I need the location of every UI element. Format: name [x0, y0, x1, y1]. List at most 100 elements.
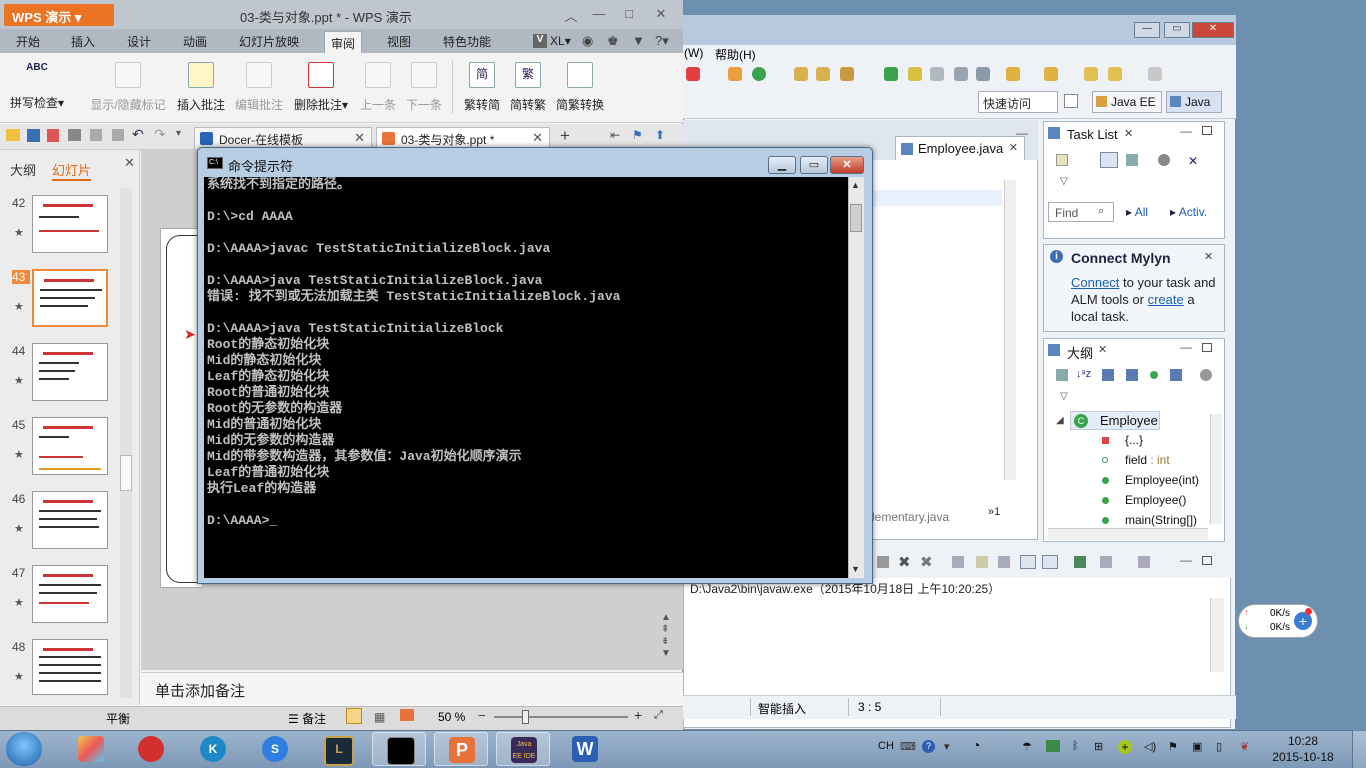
open-icon[interactable]	[6, 129, 20, 141]
sort-icon[interactable]: ↓ᵃz	[1076, 368, 1091, 380]
fit-window-icon[interactable]: ⤢	[654, 709, 663, 722]
delete-comment-button[interactable]: 删除批注▾	[290, 58, 352, 116]
view-menu-icon[interactable]: ▽	[1060, 391, 1068, 402]
toggle-icon[interactable]	[930, 67, 944, 81]
slides-scroll-thumb[interactable]	[120, 455, 132, 491]
scroll-down-icon[interactable]: ▼	[851, 564, 860, 574]
maximize-icon[interactable]: □	[620, 6, 638, 22]
account-icon[interactable]: V	[533, 34, 547, 48]
insert-comment-button[interactable]: 插入批注	[174, 58, 228, 116]
connect-link[interactable]: Connect	[1071, 275, 1119, 290]
outline-item[interactable]: field : int	[1125, 453, 1170, 467]
folder-icon[interactable]	[794, 67, 808, 81]
collapse-all-icon[interactable]	[1056, 369, 1068, 381]
qat-dropdown-icon[interactable]: ▾	[176, 128, 181, 139]
page-nav-icon[interactable]: ▲ ⇞ ⇟ ▼	[661, 612, 671, 660]
slides-scrollbar[interactable]	[120, 188, 132, 698]
cmd-scroll-thumb[interactable]	[850, 204, 862, 232]
show-on-output-icon[interactable]	[1020, 555, 1036, 569]
menu-window[interactable]: (W)	[684, 46, 703, 60]
tray-icon[interactable]: ☂	[1022, 740, 1032, 753]
spell-check-button[interactable]: ABC 拼写检查▾	[6, 58, 68, 116]
show-markup-button[interactable]: 显示/隐藏标记	[86, 58, 170, 116]
settings-icon[interactable]: ▾	[944, 740, 950, 753]
prev-annotation-icon[interactable]	[1044, 67, 1058, 81]
quick-access-input[interactable]: 快速访问	[978, 91, 1058, 113]
backup-icon[interactable]: ⇤	[610, 128, 620, 142]
run-icon[interactable]	[752, 67, 766, 81]
clear-console-icon[interactable]	[952, 556, 964, 568]
stop-icon[interactable]	[686, 67, 700, 81]
minimize-view-icon[interactable]: —	[1180, 124, 1192, 138]
tab-overflow[interactable]: »1	[988, 506, 1000, 518]
outline-hscrollbar[interactable]	[1048, 528, 1208, 540]
print-icon[interactable]	[68, 129, 81, 141]
trad-to-simp-button[interactable]: 简繁转简	[460, 58, 504, 116]
close-icon[interactable]: ✕	[1204, 250, 1213, 263]
maximize-view-icon[interactable]	[1202, 343, 1212, 352]
forward-icon[interactable]	[1148, 67, 1162, 81]
clock[interactable]: 10:28 2015-10-18	[1268, 733, 1338, 765]
hide-fields-icon[interactable]	[1102, 369, 1114, 381]
close-tab-icon[interactable]: ✕	[1009, 141, 1018, 154]
taskbar-app[interactable]: L	[310, 732, 364, 766]
outline-title[interactable]: 大纲	[1067, 343, 1093, 362]
new-tab-icon[interactable]: +	[560, 126, 570, 146]
slide-thumbnail[interactable]	[32, 343, 108, 401]
close-tab-icon[interactable]: ✕	[532, 130, 543, 146]
maximize-icon[interactable]: ▭	[1164, 22, 1190, 38]
tab-home[interactable]: 开始	[16, 33, 40, 51]
perspective-java-ee[interactable]: Java EE	[1092, 91, 1162, 113]
scroll-lock-icon[interactable]	[976, 556, 988, 568]
tab-outline[interactable]: 大纲	[10, 160, 36, 179]
security-icon[interactable]: +	[1118, 740, 1132, 754]
account-name[interactable]: XL▾	[550, 34, 571, 48]
open-perspective-icon[interactable]	[1064, 94, 1078, 108]
collapse-icon[interactable]: ︿	[562, 6, 580, 24]
notes-toggle[interactable]: ☰ 备注	[288, 710, 326, 727]
hide-local-types-icon[interactable]	[1170, 369, 1182, 381]
package-icon[interactable]	[728, 67, 742, 81]
next-comment-button[interactable]: 下一条	[404, 58, 444, 116]
taskbar-app[interactable]	[124, 732, 178, 766]
tab-docer[interactable]: Docer-在线模板 ✕	[194, 127, 372, 149]
create-link[interactable]: create	[1148, 292, 1184, 307]
taskbar-app[interactable]: K	[186, 732, 240, 766]
skin-icon[interactable]: ♚	[607, 33, 619, 49]
cmd-console-output[interactable]: 系统找不到指定的路径。 D:\>cd AAAA D:\AAAA>javac Te…	[204, 177, 848, 578]
network-icon[interactable]: ▣	[1192, 740, 1202, 753]
activate-link[interactable]: ▸ Activ.	[1170, 205, 1207, 219]
slideshow-icon[interactable]	[400, 709, 414, 721]
tab-view[interactable]: 视图	[387, 33, 411, 51]
console-scrollbar[interactable]	[1210, 598, 1224, 672]
zoom-slider-thumb[interactable]	[522, 710, 529, 724]
show-desktop-button[interactable]	[1352, 730, 1366, 768]
minimize-icon[interactable]: —	[590, 6, 608, 22]
editor-scrollbar[interactable]	[1004, 180, 1016, 480]
categorized-icon[interactable]	[1100, 152, 1118, 168]
close-view-icon[interactable]: ✕	[1098, 343, 1107, 356]
outline-item[interactable]: Employee	[1100, 413, 1158, 428]
scheduled-icon[interactable]	[1126, 154, 1138, 166]
taskbar-wps[interactable]: P	[434, 732, 488, 766]
console-icon[interactable]	[877, 556, 889, 568]
slide-thumbnail[interactable]	[32, 491, 108, 549]
tab-slideshow[interactable]: 幻灯片放映	[239, 33, 299, 51]
perspective-java[interactable]: Java	[1166, 91, 1222, 113]
undo-icon[interactable]: ↶	[132, 126, 144, 143]
wifi-icon[interactable]: ◔	[972, 737, 980, 753]
paragraph-icon[interactable]	[976, 67, 990, 81]
slide-thumbnail-selected[interactable]	[32, 269, 108, 327]
start-button[interactable]	[6, 732, 42, 766]
taskbar-eclipse[interactable]: Java EE IDE	[496, 732, 550, 766]
simp-to-trad-button[interactable]: 繁简转繁	[506, 58, 550, 116]
tray-butterfly-icon[interactable]: ❦	[1240, 740, 1249, 753]
keyboard-icon[interactable]: ⌨	[900, 740, 916, 753]
hide-static-icon[interactable]	[1126, 369, 1138, 381]
task-icon[interactable]	[884, 67, 898, 81]
all-link[interactable]: ▸ All	[1126, 205, 1148, 219]
search-icon[interactable]	[840, 67, 854, 81]
outline-scrollbar[interactable]	[1210, 414, 1222, 524]
word-wrap-icon[interactable]	[998, 556, 1010, 568]
open-folder-icon[interactable]	[816, 67, 830, 81]
